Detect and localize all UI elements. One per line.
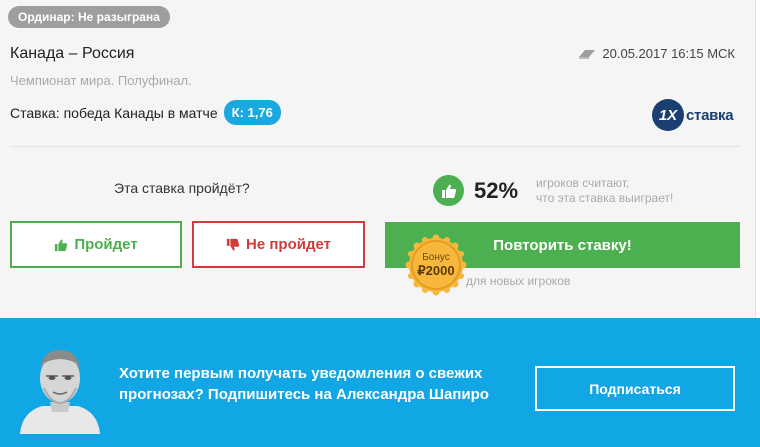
- subscribe-text: Хотите первым получать уведомления о све…: [119, 365, 489, 403]
- vote-yes-label: Пройдет: [74, 236, 138, 253]
- bonus-badge-icon: Бонус ₽2000: [405, 234, 467, 296]
- vote-no-button[interactable]: Не пройдет: [192, 221, 365, 268]
- subscribe-banner: Хотите первым получать уведомления о све…: [0, 318, 760, 447]
- vote-question: Эта ставка пройдёт?: [114, 180, 250, 196]
- vote-no-label: Не пройдет: [246, 236, 331, 253]
- status-badge: Ординар: Не разыграна: [8, 6, 170, 28]
- thumb-up-icon: [55, 238, 68, 251]
- bookmaker-logo-text: ставка: [686, 106, 734, 124]
- vote-percent: 52%: [474, 178, 519, 203]
- bonus-note: для новых игроков: [466, 274, 571, 288]
- bookmaker-logo[interactable]: 1X ставка: [652, 97, 742, 133]
- tournament-label: Чемпионат мира. Полуфинал.: [10, 73, 192, 88]
- bet-card: Ординар: Не разыграна Канада – Россия 20…: [0, 0, 756, 318]
- vote-stat-line1: игроков считают,: [536, 176, 630, 190]
- date-text: 20.05.2017 16:15 МСК: [602, 46, 735, 61]
- divider: [10, 146, 740, 147]
- repeat-bet-label: Повторить ставку!: [493, 236, 632, 254]
- thumb-up-icon: [433, 175, 464, 206]
- bonus-label: Бонус: [422, 252, 450, 263]
- match-date: 20.05.2017 16:15 МСК: [578, 46, 735, 61]
- match-title: Канада – Россия: [10, 45, 135, 62]
- bonus-amount: ₽2000: [417, 263, 455, 278]
- avatar: [20, 350, 100, 434]
- bet-text: Ставка: победа Канады в матче: [10, 104, 218, 121]
- vote-stat-line2: что эта ставка выиграет!: [536, 191, 674, 205]
- bonus-badge: Бонус ₽2000: [411, 240, 461, 290]
- bet-line: Ставка: победа Канады в матче К: 1,76: [10, 100, 281, 125]
- vote-stat-text: игроков считают, что эта ставка выиграет…: [536, 176, 706, 206]
- thumb-down-icon: [226, 238, 240, 251]
- subscribe-button[interactable]: Подписаться: [535, 366, 735, 411]
- clock-icon: [579, 49, 596, 59]
- vote-yes-button[interactable]: Пройдет: [10, 221, 182, 268]
- bookmaker-logo-mark: 1X: [652, 99, 684, 131]
- coefficient-badge: К: 1,76: [223, 100, 281, 125]
